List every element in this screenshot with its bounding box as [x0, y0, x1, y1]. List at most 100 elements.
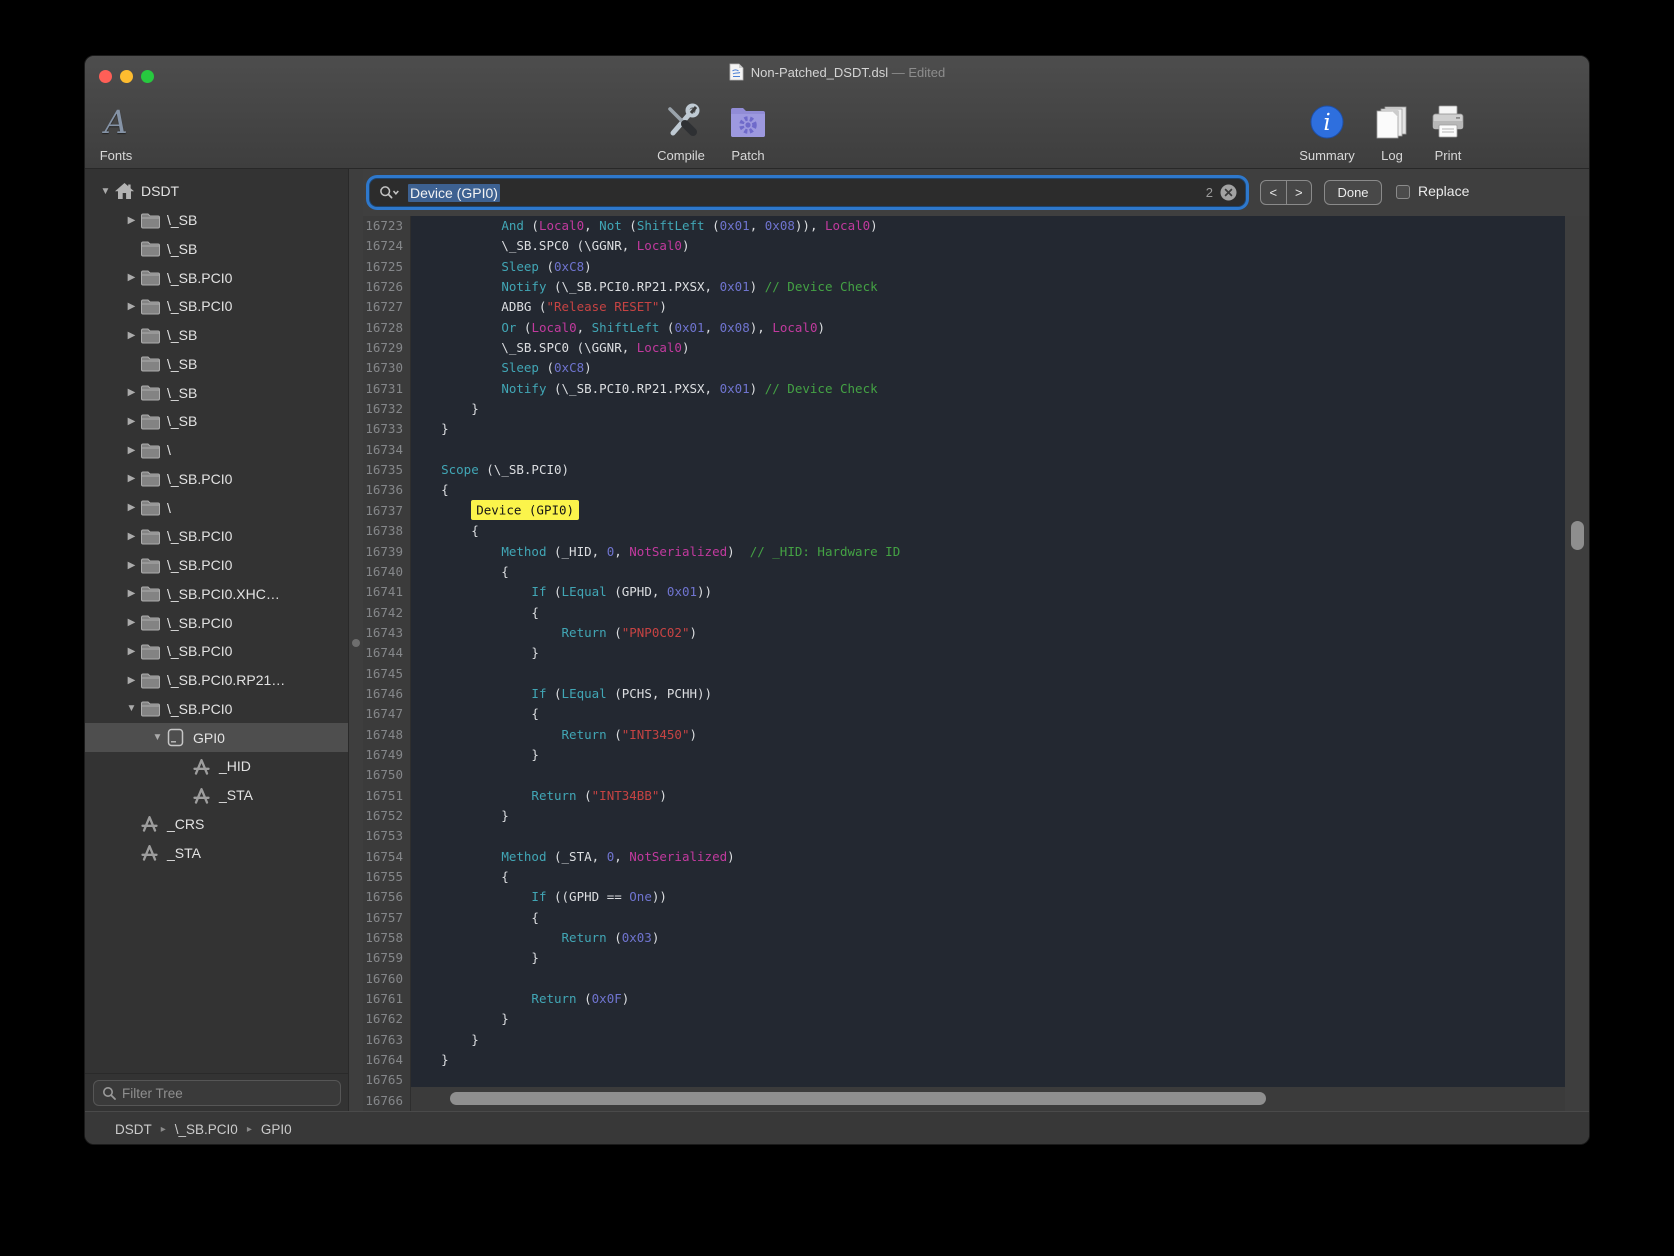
document-proxy-icon[interactable]: [729, 63, 744, 81]
disclosure-triangle[interactable]: ▼: [97, 186, 114, 197]
breadcrumb-item[interactable]: \_SB.PCI0: [175, 1122, 238, 1137]
disclosure-triangle[interactable]: ▶: [123, 215, 140, 226]
sidebar-item-sbpci0xhc[interactable]: ▶\_SB.PCI0.XHC…: [85, 580, 348, 609]
code-line[interactable]: {: [411, 480, 1565, 500]
clear-search-icon[interactable]: [1220, 184, 1237, 201]
vertical-scrollbar-thumb[interactable]: [1571, 521, 1584, 550]
sidebar-item-sb[interactable]: \_SB: [85, 350, 348, 379]
sidebar-item-sbpci0[interactable]: ▶\_SB.PCI0: [85, 292, 348, 321]
disclosure-triangle[interactable]: ▶: [123, 416, 140, 427]
code-line[interactable]: }: [411, 948, 1565, 968]
find-input[interactable]: Device (GPI0) 2: [369, 178, 1246, 207]
search-menu-icon[interactable]: [379, 185, 401, 200]
disclosure-triangle[interactable]: ▼: [149, 732, 166, 743]
disclosure-triangle[interactable]: ▶: [123, 560, 140, 571]
disclosure-triangle[interactable]: ▶: [123, 301, 140, 312]
code-line[interactable]: Scope (\_SB.PCI0): [411, 460, 1565, 480]
code-line[interactable]: }: [411, 745, 1565, 765]
disclosure-triangle[interactable]: ▶: [123, 646, 140, 657]
vertical-scrollbar[interactable]: [1565, 216, 1590, 1111]
code-line[interactable]: {: [411, 562, 1565, 582]
sidebar-item-crs[interactable]: _CRS: [85, 810, 348, 839]
code-line[interactable]: [411, 826, 1565, 846]
code-line[interactable]: {: [411, 603, 1565, 623]
pane-splitter[interactable]: [349, 169, 363, 1111]
disclosure-triangle[interactable]: ▶: [123, 387, 140, 398]
code-line[interactable]: Notify (\_SB.PCI0.RP21.PXSX, 0x01) // De…: [411, 379, 1565, 399]
disclosure-triangle[interactable]: ▶: [123, 445, 140, 456]
sidebar-item-sbpci0[interactable]: ▼\_SB.PCI0: [85, 695, 348, 724]
sidebar-item-hid[interactable]: _HID: [85, 752, 348, 781]
disclosure-triangle[interactable]: ▶: [123, 272, 140, 283]
code-line[interactable]: Return ("INT3450"): [411, 725, 1565, 745]
code-line[interactable]: }: [411, 399, 1565, 419]
code-line[interactable]: [411, 664, 1565, 684]
sidebar-item-dsdt[interactable]: ▼DSDT: [85, 177, 348, 206]
sidebar-item-sbpci0[interactable]: ▶\_SB.PCI0: [85, 522, 348, 551]
breadcrumb-item[interactable]: DSDT: [115, 1122, 152, 1137]
code-line[interactable]: }: [411, 1050, 1565, 1070]
splitter-dimple[interactable]: [352, 639, 360, 647]
code-line[interactable]: }: [411, 806, 1565, 826]
sidebar-item-[interactable]: ▶\: [85, 493, 348, 522]
toolbar-summary-button[interactable]: i Summary: [1294, 91, 1360, 163]
find-next-button[interactable]: >: [1287, 181, 1312, 204]
code-line[interactable]: Return ("PNP0C02"): [411, 623, 1565, 643]
disclosure-triangle[interactable]: ▼: [123, 703, 140, 714]
sidebar-item-sta[interactable]: _STA: [85, 838, 348, 867]
sidebar-item-sb[interactable]: ▶\_SB: [85, 378, 348, 407]
code-line[interactable]: [411, 969, 1565, 989]
sidebar-item-sta[interactable]: _STA: [85, 781, 348, 810]
disclosure-triangle[interactable]: ▶: [123, 675, 140, 686]
code-line[interactable]: If (LEqual (PCHS, PCHH)): [411, 684, 1565, 704]
code-line[interactable]: {: [411, 867, 1565, 887]
code-line[interactable]: Device (GPI0): [411, 501, 1565, 521]
sidebar-item-sbpci0[interactable]: ▶\_SB.PCI0: [85, 637, 348, 666]
code-line[interactable]: \_SB.SPC0 (\GGNR, Local0): [411, 236, 1565, 256]
sidebar-item-sbpci0[interactable]: ▶\_SB.PCI0: [85, 263, 348, 292]
sidebar-item-sbpci0[interactable]: ▶\_SB.PCI0: [85, 551, 348, 580]
sidebar-item-sbpci0[interactable]: ▶\_SB.PCI0: [85, 465, 348, 494]
code-line[interactable]: \_SB.SPC0 (\GGNR, Local0): [411, 338, 1565, 358]
code-line[interactable]: Method (_STA, 0, NotSerialized): [411, 847, 1565, 867]
disclosure-triangle[interactable]: ▶: [123, 588, 140, 599]
code-line[interactable]: }: [411, 1030, 1565, 1050]
code-editor[interactable]: 1672316724167251672616727167281672916730…: [363, 216, 1590, 1111]
code-line[interactable]: {: [411, 704, 1565, 724]
sidebar-item-sbpci0rp21[interactable]: ▶\_SB.PCI0.RP21…: [85, 666, 348, 695]
toolbar-fonts-button[interactable]: A Fonts: [93, 91, 139, 163]
filter-tree-input[interactable]: Filter Tree: [93, 1080, 341, 1106]
disclosure-triangle[interactable]: ▶: [123, 330, 140, 341]
sidebar-item-sb[interactable]: \_SB: [85, 235, 348, 264]
find-previous-button[interactable]: <: [1261, 181, 1287, 204]
sidebar-item-sb[interactable]: ▶\_SB: [85, 321, 348, 350]
sidebar-item-sb[interactable]: ▶\_SB: [85, 407, 348, 436]
disclosure-triangle[interactable]: ▶: [123, 473, 140, 484]
sidebar-item-sbpci0[interactable]: ▶\_SB.PCI0: [85, 608, 348, 637]
toolbar-log-button[interactable]: Log: [1369, 91, 1415, 163]
code-line[interactable]: Return (0x03): [411, 928, 1565, 948]
code-line[interactable]: Notify (\_SB.PCI0.RP21.PXSX, 0x01) // De…: [411, 277, 1565, 297]
code-line[interactable]: [411, 440, 1565, 460]
code-line[interactable]: Sleep (0xC8): [411, 257, 1565, 277]
code-line[interactable]: Sleep (0xC8): [411, 358, 1565, 378]
code-line[interactable]: Method (_HID, 0, NotSerialized) // _HID:…: [411, 542, 1565, 562]
sidebar-item-[interactable]: ▶\: [85, 436, 348, 465]
code-line[interactable]: }: [411, 1009, 1565, 1029]
disclosure-triangle[interactable]: ▶: [123, 617, 140, 628]
code-line[interactable]: If (LEqual (GPHD, 0x01)): [411, 582, 1565, 602]
sidebar-item-gpi0[interactable]: ▼GPI0: [85, 723, 348, 752]
breadcrumb-item[interactable]: GPI0: [261, 1122, 292, 1137]
disclosure-triangle[interactable]: ▶: [123, 502, 140, 513]
code-line[interactable]: }: [411, 643, 1565, 663]
code-line[interactable]: {: [411, 521, 1565, 541]
horizontal-scrollbar[interactable]: [411, 1087, 1565, 1111]
code-line[interactable]: }: [411, 419, 1565, 439]
code-line[interactable]: And (Local0, Not (ShiftLeft (0x01, 0x08)…: [411, 216, 1565, 236]
replace-checkbox[interactable]: [1396, 185, 1410, 199]
toolbar-compile-button[interactable]: Compile: [648, 91, 714, 163]
code-line[interactable]: Or (Local0, ShiftLeft (0x01, 0x08), Loca…: [411, 318, 1565, 338]
code-line[interactable]: {: [411, 908, 1565, 928]
toolbar-print-button[interactable]: Print: [1423, 91, 1473, 163]
code-line[interactable]: [411, 765, 1565, 785]
